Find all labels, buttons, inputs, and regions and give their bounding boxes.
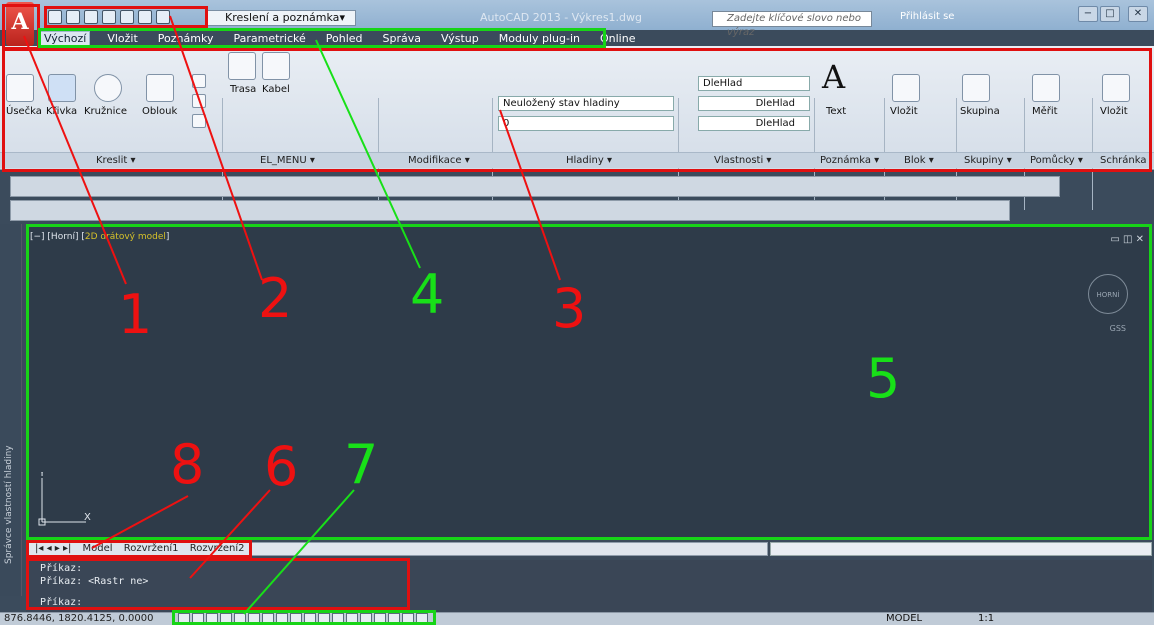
marker-box-4 [38, 28, 606, 48]
marker-number-6: 6 [264, 435, 299, 498]
toolbar-row-2 [10, 200, 1010, 221]
close-button[interactable]: ✕ [1128, 6, 1148, 22]
toolbar-row-1 [10, 176, 1060, 197]
model-space-toggle[interactable]: MODEL [886, 613, 922, 624]
marker-box-6 [26, 558, 410, 610]
marker-box-8 [26, 540, 252, 558]
maximize-button[interactable]: □ [1100, 6, 1120, 22]
marker-number-2: 2 [258, 267, 293, 330]
marker-number-8: 8 [170, 433, 205, 496]
marker-box-2 [44, 6, 208, 28]
workspace-select[interactable]: Kreslení a poznámka ▾ [206, 10, 356, 26]
marker-number-3: 3 [552, 277, 587, 340]
help-search-input[interactable]: Zadejte klíčové slovo nebo výraz [712, 11, 872, 38]
annotation-scale[interactable]: 1:1 [978, 613, 994, 624]
marker-number-7: 7 [344, 433, 379, 496]
marker-number-1: 1 [118, 283, 153, 346]
marker-box-7 [172, 610, 436, 625]
marker-number-4: 4 [410, 263, 445, 326]
coordinates-readout: 876.8446, 1820.4125, 0.0000 [4, 613, 154, 624]
login-link[interactable]: Přihlásit se [900, 11, 954, 22]
marker-number-5: 5 [866, 347, 901, 410]
window-title: AutoCAD 2013 - Výkres1.dwg [480, 11, 643, 24]
marker-box-1 [2, 4, 40, 50]
marker-box-3 [2, 48, 1152, 172]
layer-properties-palette[interactable]: Správce vlastností hladiny [0, 224, 22, 596]
horizontal-scrollbar[interactable] [770, 542, 1152, 556]
minimize-button[interactable]: − [1078, 6, 1098, 22]
